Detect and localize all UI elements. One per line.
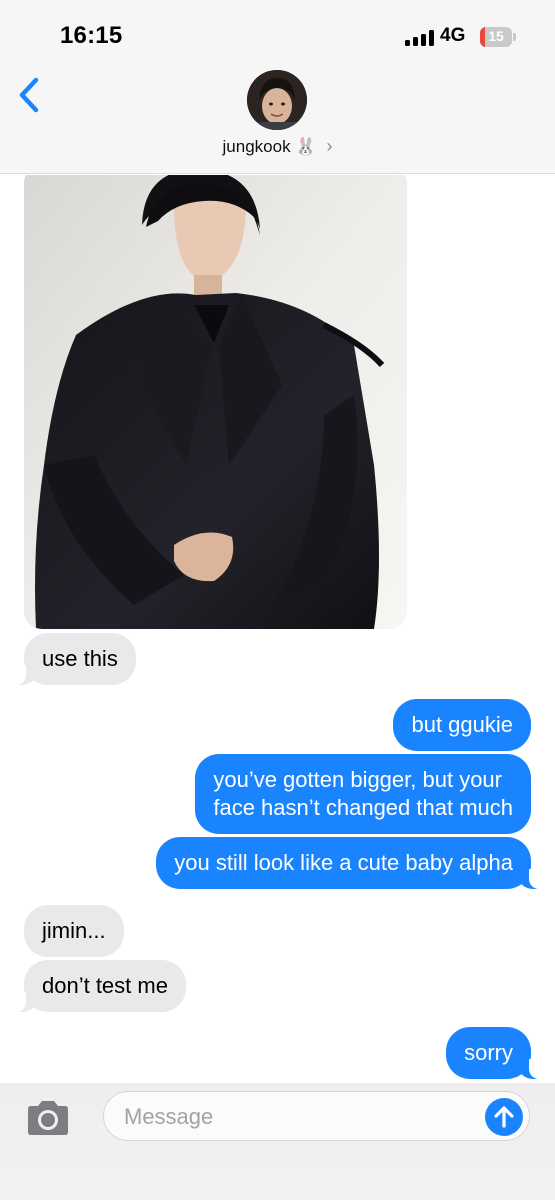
photo-attachment[interactable] <box>24 175 407 629</box>
status-time: 16:15 <box>60 22 123 49</box>
person-photo-image <box>24 175 407 629</box>
message-composer <box>0 1083 555 1200</box>
message-input[interactable] <box>124 1102 474 1132</box>
message-bubble-outgoing[interactable]: you’ve gotten bigger, but your face hasn… <box>195 754 531 834</box>
message-bubble-incoming[interactable]: jimin... <box>24 905 124 957</box>
chevron-left-icon <box>19 77 39 113</box>
cellular-signal-icon <box>405 30 435 46</box>
message-bubble-incoming[interactable]: use this <box>14 633 136 685</box>
camera-button[interactable] <box>24 1099 72 1137</box>
message-bubble-outgoing[interactable]: but ggukie <box>393 699 531 751</box>
conversation-header: jungkook 🐰 › <box>0 64 555 174</box>
message-bubble-outgoing[interactable]: sorry <box>446 1027 541 1079</box>
contact-name: jungkook 🐰 <box>222 137 317 156</box>
avatar-photo <box>247 70 307 130</box>
contact-name-row[interactable]: jungkook 🐰 › <box>0 136 555 157</box>
network-type: 4G <box>440 25 466 46</box>
camera-icon <box>28 1101 68 1135</box>
message-bubble-outgoing[interactable]: you still look like a cute baby alpha <box>156 837 541 889</box>
message-thread[interactable]: use this but ggukie you’ve gotten bigger… <box>0 175 555 1080</box>
send-button[interactable] <box>485 1098 523 1136</box>
message-bubble-incoming[interactable]: don’t test me <box>14 960 186 1012</box>
status-bar: 16:15 4G 15 <box>0 0 555 64</box>
battery-icon: 15 <box>480 27 516 47</box>
chevron-right-icon: › <box>326 136 333 156</box>
message-field[interactable] <box>103 1091 530 1141</box>
battery-level: 15 <box>488 28 504 44</box>
back-button[interactable] <box>14 76 48 116</box>
contact-avatar[interactable] <box>247 70 307 130</box>
arrow-up-icon <box>494 1106 514 1128</box>
